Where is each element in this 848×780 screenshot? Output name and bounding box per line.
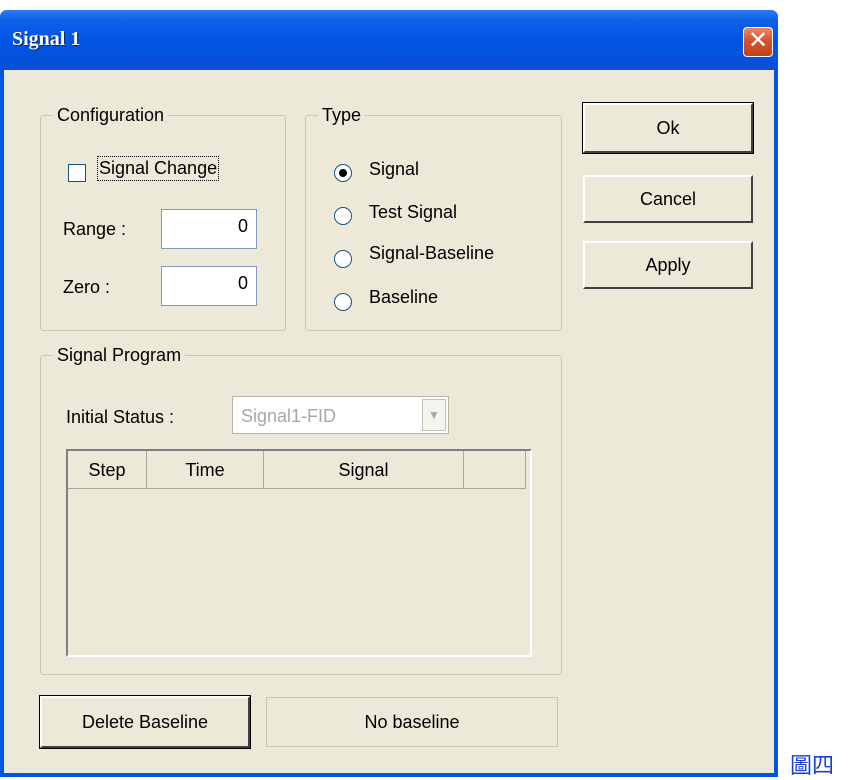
radio-signal[interactable] <box>334 164 352 182</box>
radio-signal-label[interactable]: Signal <box>369 159 419 180</box>
signal-change-label[interactable]: Signal Change <box>96 156 220 181</box>
radio-test-signal-label[interactable]: Test Signal <box>369 202 457 223</box>
baseline-status-box: No baseline <box>266 697 558 747</box>
signal-change-checkbox[interactable] <box>68 164 86 182</box>
radio-signal-baseline-label[interactable]: Signal-Baseline <box>369 243 494 264</box>
type-group: Type Signal Test Signal Signal-Baseline … <box>305 104 562 331</box>
close-icon: ✕ <box>747 27 769 54</box>
close-button[interactable]: ✕ <box>743 27 773 57</box>
range-label: Range : <box>63 219 127 239</box>
step-table[interactable]: Step Time Signal <box>66 449 532 657</box>
zero-input[interactable]: 0 <box>161 266 257 306</box>
dialog-body: Configuration Signal Change Range : 0 Ze… <box>4 70 774 773</box>
title-bar[interactable]: Signal 1 ✕ <box>0 10 778 70</box>
column-header-signal[interactable]: Signal <box>264 451 464 489</box>
delete-baseline-button[interactable]: Delete Baseline <box>39 695 251 749</box>
radio-baseline[interactable] <box>334 293 352 311</box>
radio-signal-baseline[interactable] <box>334 250 352 268</box>
radio-baseline-label[interactable]: Baseline <box>369 287 438 308</box>
ok-button[interactable]: Ok <box>582 102 754 154</box>
cancel-button[interactable]: Cancel <box>583 175 753 223</box>
signal-program-legend: Signal Program <box>53 344 186 366</box>
apply-button[interactable]: Apply <box>583 241 753 289</box>
column-header-blank[interactable] <box>464 451 526 489</box>
initial-status-label: Initial Status : <box>66 407 175 427</box>
zero-label: Zero : <box>63 277 111 297</box>
dialog-window: Signal 1 ✕ Configuration Signal Change R… <box>0 10 778 777</box>
chevron-down-icon[interactable]: ▼ <box>422 399 446 431</box>
figure-caption: 圖四 <box>790 754 835 779</box>
signal-program-group: Signal Program Initial Status : Signal1-… <box>40 344 562 675</box>
type-legend: Type <box>318 104 366 126</box>
column-header-time[interactable]: Time <box>147 451 264 489</box>
column-header-step[interactable]: Step <box>68 451 147 489</box>
configuration-group: Configuration Signal Change Range : 0 Ze… <box>40 104 286 331</box>
initial-status-value: Signal1-FID <box>241 406 337 426</box>
configuration-legend: Configuration <box>53 104 169 126</box>
range-input[interactable]: 0 <box>161 209 257 249</box>
radio-test-signal[interactable] <box>334 207 352 225</box>
window-title: Signal 1 <box>12 28 81 50</box>
initial-status-dropdown[interactable]: Signal1-FID ▼ <box>232 396 449 434</box>
table-header: Step Time Signal <box>68 451 526 489</box>
